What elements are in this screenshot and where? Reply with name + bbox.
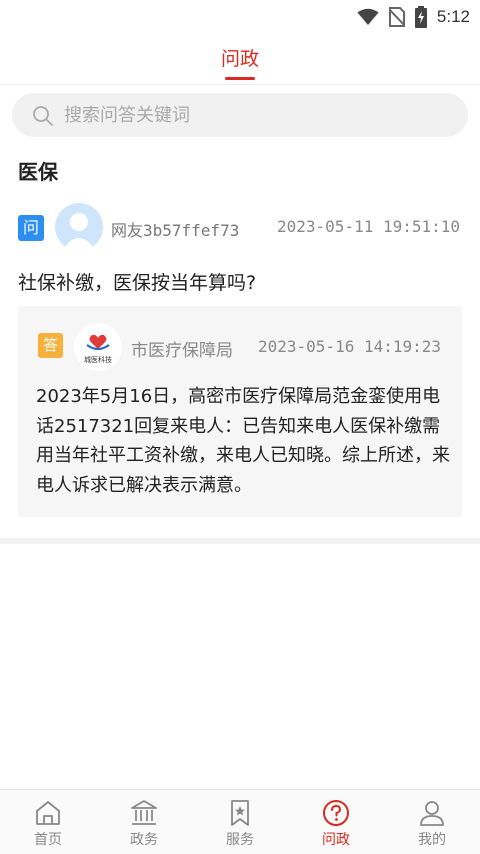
government-icon (131, 800, 157, 825)
question-tag: 问 (18, 215, 44, 241)
tab-home[interactable]: 首页 (0, 790, 96, 854)
question-time: 2023-05-11 19:51:10 (277, 217, 461, 236)
org-logo: 城医科技 (74, 323, 122, 371)
search-bar[interactable] (12, 93, 468, 137)
question-text: 社保补缴，医保按当年算吗? (18, 272, 257, 294)
status-time: 5:12 (436, 7, 470, 26)
tab-government-label: 政务 (130, 832, 158, 848)
tab-services-label: 服务 (226, 832, 254, 848)
tab-mine-label: 我的 (418, 832, 446, 848)
tab-mine[interactable]: 我的 (384, 790, 480, 854)
tab-wenzheng[interactable]: 问政 (288, 790, 384, 854)
home-icon (36, 801, 60, 825)
bookmark-star-icon (231, 800, 249, 826)
default-avatar-icon (62, 213, 96, 251)
answer-time: 2023-05-16 14:19:23 (258, 337, 442, 356)
search-input[interactable] (64, 93, 454, 137)
status-bar: 5:12 (0, 0, 480, 34)
wifi-icon (357, 8, 379, 25)
bottom-tab-bar: 首页 政务 服务 问政 我的 (0, 789, 480, 854)
org-logo-icon: 城医科技 (84, 334, 112, 364)
answer-org: 市医疗保障局 (131, 341, 233, 361)
battery-charging-icon (414, 6, 427, 28)
answer-tag: 答 (38, 333, 63, 358)
page-title: 问政 (220, 48, 259, 70)
answer-text: 2023年5月16日，高密市医疗保障局范金銮使用电话2517321回复来电人：已… (36, 386, 450, 496)
status-icons: 5:12 (357, 5, 470, 29)
tab-home-label: 首页 (34, 832, 62, 848)
title-underline (225, 77, 255, 80)
search-icon (33, 106, 53, 126)
section-title: 医保 (18, 160, 58, 184)
section-divider (0, 538, 480, 544)
tab-services[interactable]: 服务 (192, 790, 288, 854)
question-circle-icon (323, 800, 349, 826)
avatar (55, 203, 103, 251)
tab-wenzheng-label: 问政 (322, 832, 350, 848)
question-user: 网友3b57ffef73 (111, 221, 240, 240)
org-logo-text: 城医科技 (84, 355, 112, 364)
tab-government[interactable]: 政务 (96, 790, 192, 854)
page-header: 问政 (0, 34, 480, 85)
answer-card: 答 城医科技 市医疗保障局 2023-05-16 14:19:23 2023年5… (18, 306, 462, 517)
user-icon (420, 801, 444, 826)
no-sim-icon (388, 7, 405, 27)
